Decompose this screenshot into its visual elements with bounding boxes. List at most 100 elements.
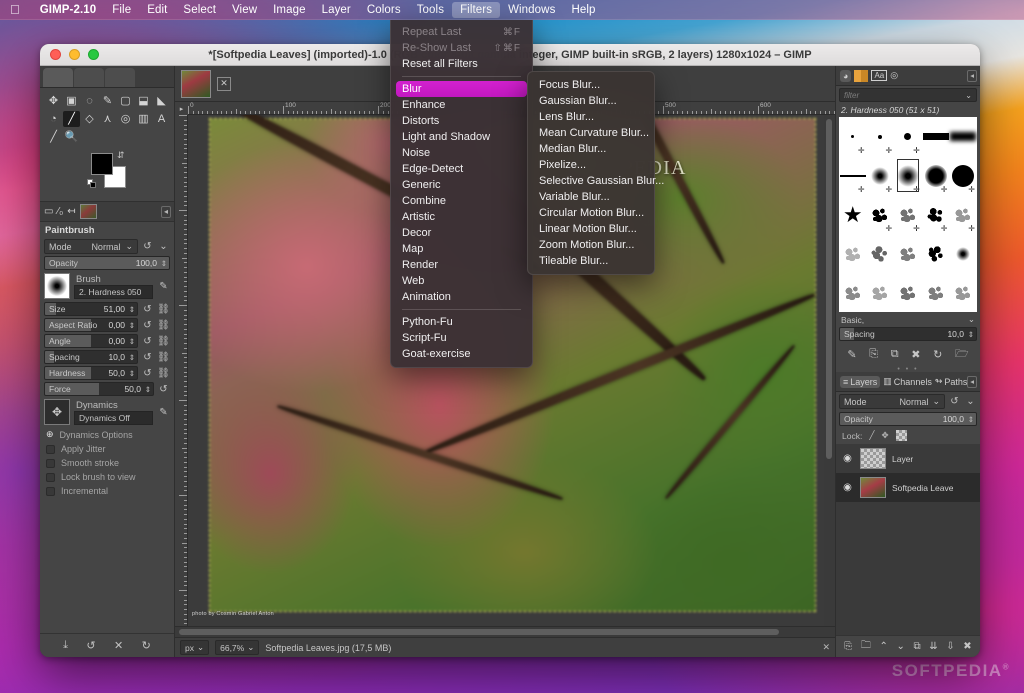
brush-cell[interactable]: ✛: [894, 117, 922, 156]
link-spacing-icon[interactable]: ⛓: [157, 352, 170, 363]
link-size-icon[interactable]: ⛓: [157, 304, 170, 315]
brush-cell[interactable]: [922, 234, 950, 273]
filters-menu-item-animation[interactable]: Animation: [391, 289, 532, 305]
chevron-down-icon[interactable]: ⌄: [197, 642, 204, 653]
tab-channels[interactable]: ▥ Channels: [883, 376, 932, 387]
brush-spacing-stepper-icon[interactable]: ⇕: [968, 330, 974, 339]
link-aspect-ratio-icon[interactable]: ⛓: [157, 320, 170, 331]
brush-cell[interactable]: [867, 273, 895, 312]
unit-selector[interactable]: px ⌄: [180, 640, 210, 655]
hardness-slider[interactable]: Hardness 50,0 ⇕: [44, 366, 138, 380]
images-tab-thumbnail[interactable]: [79, 204, 97, 219]
chevron-down-icon[interactable]: ⌄: [932, 396, 940, 407]
undo-history-tab[interactable]: [105, 68, 135, 87]
angle-stepper-icon[interactable]: ⇕: [129, 337, 135, 346]
menu-edit[interactable]: Edit: [139, 2, 175, 18]
brush-cell[interactable]: ✛: [867, 117, 895, 156]
brush-filter-input[interactable]: filter ⌄: [839, 88, 977, 102]
reset-layer-mode-icon[interactable]: ↺: [948, 396, 961, 407]
menu-image[interactable]: Image: [265, 2, 313, 18]
tool-options-tab[interactable]: ▭: [44, 206, 53, 217]
brush-tag-row[interactable]: Basic, ⌄: [836, 313, 980, 326]
brush-cell-selected[interactable]: ✛: [894, 156, 922, 195]
edit-brush-icon[interactable]: ✎: [847, 348, 856, 361]
smooth-stroke-checkbox[interactable]: [46, 458, 55, 468]
blur-submenu[interactable]: Focus Blur... Gaussian Blur... Lens Blur..…: [527, 71, 664, 275]
layer-list[interactable]: ◉ Layer ◉ Softpedia Leave: [836, 444, 980, 635]
layer-visibility-icon[interactable]: ◉: [841, 453, 854, 464]
blur-submenu-item-lens-blur[interactable]: Lens Blur...: [528, 109, 654, 125]
brush-grid[interactable]: ✛ ✛ ✛ ✛ ✛ ✛ ✛ ✛ ★ ✛ ✛ ✛ ✛: [839, 117, 977, 312]
angle-slider[interactable]: Angle 0,00 ⇕: [44, 334, 138, 348]
reset-hardness-icon[interactable]: ↺: [141, 368, 154, 379]
filters-menu-item-map[interactable]: Map: [391, 241, 532, 257]
merge-down-icon[interactable]: ⇩: [946, 641, 954, 652]
brush-cell[interactable]: [922, 117, 950, 156]
menu-help[interactable]: Help: [563, 2, 603, 18]
delete-layer-icon[interactable]: ✖: [963, 641, 971, 652]
delete-brush-icon[interactable]: ✖: [911, 348, 920, 361]
brush-cell[interactable]: [949, 273, 977, 312]
filters-menu-item-distorts[interactable]: Distorts: [391, 113, 532, 129]
filters-menu-item-web[interactable]: Web: [391, 273, 532, 289]
brush-cell[interactable]: ✛: [839, 117, 867, 156]
blur-submenu-item-variable-blur[interactable]: Variable Blur...: [528, 189, 654, 205]
chevron-down-icon[interactable]: ⌄: [125, 241, 133, 252]
filters-menu-item-enhance[interactable]: Enhance: [391, 97, 532, 113]
mode-combo[interactable]: Mode Normal ⌄: [44, 239, 138, 254]
dynamics-value[interactable]: Dynamics Off: [74, 410, 153, 425]
brush-cell[interactable]: [839, 273, 867, 312]
free-select-tool[interactable]: ◌: [81, 93, 98, 109]
menu-colors[interactable]: Colors: [359, 2, 409, 18]
paths-tool[interactable]: ✎: [99, 93, 116, 109]
vertical-ruler[interactable]: [175, 115, 188, 626]
filters-menu-item-noise[interactable]: Noise: [391, 145, 532, 161]
apply-jitter-checkbox[interactable]: [46, 444, 55, 454]
delete-tool-options-icon[interactable]: ✕: [114, 639, 123, 652]
link-hardness-icon[interactable]: ⛓: [157, 368, 170, 379]
menu-windows[interactable]: Windows: [500, 2, 563, 18]
blur-submenu-item-pixelize[interactable]: Pixelize...: [528, 157, 654, 173]
reset-tool-options-icon[interactable]: ↻: [142, 639, 151, 652]
duplicate-brush-icon[interactable]: ⧉: [891, 348, 899, 361]
reset-aspect-ratio-icon[interactable]: ↺: [141, 320, 154, 331]
brush-cell[interactable]: ✛: [839, 156, 867, 195]
refresh-brushes-icon[interactable]: ↻: [933, 348, 942, 361]
lower-layer-icon[interactable]: ⌄: [897, 641, 905, 652]
brush-cell[interactable]: ✛: [867, 195, 895, 234]
filters-menu-item-blur[interactable]: Blur: [396, 81, 527, 97]
anchor-layer-icon[interactable]: ⇊: [929, 641, 937, 652]
aspect-ratio-stepper-icon[interactable]: ⇕: [129, 321, 135, 330]
layer-row[interactable]: ◉ Layer: [836, 444, 980, 473]
menu-file[interactable]: File: [104, 2, 139, 18]
brush-cell[interactable]: [922, 273, 950, 312]
brush-cell[interactable]: [866, 234, 895, 273]
filters-menu-item-render[interactable]: Render: [391, 257, 532, 273]
reset-colors-icon[interactable]: [87, 179, 96, 188]
brush-cell[interactable]: ✛: [949, 195, 977, 234]
blur-submenu-item-linear-motion-blur[interactable]: Linear Motion Blur...: [528, 221, 654, 237]
filters-menu-item-edge-detect[interactable]: Edge-Detect: [391, 161, 532, 177]
layer-opacity-stepper-icon[interactable]: ⇕: [968, 415, 974, 424]
aspect-ratio-slider[interactable]: Aspect Ratio 0,00 ⇕: [44, 318, 138, 332]
duplicate-layer-icon[interactable]: ⧉: [914, 641, 921, 652]
ruler-corner-menu-icon[interactable]: ▸: [175, 102, 188, 115]
dynamics-preview[interactable]: ✥: [44, 399, 70, 425]
zoom-selector[interactable]: 66,7% ⌄: [215, 640, 260, 655]
menu-select[interactable]: Select: [175, 2, 224, 18]
filters-menu-item-goat-exercise[interactable]: Goat-exercise: [391, 346, 532, 362]
apple-icon[interactable]: : [10, 3, 20, 16]
zoom-tool[interactable]: 🔍: [63, 129, 80, 145]
brush-preview[interactable]: [44, 273, 70, 299]
lock-brush-to-view-row[interactable]: Lock brush to view: [40, 470, 174, 484]
layer-opacity-slider[interactable]: Opacity 100,0 ⇕: [839, 412, 977, 426]
transform-tool[interactable]: ⬓: [135, 93, 152, 109]
reset-mode-icon[interactable]: ↺: [141, 241, 154, 252]
layer-visibility-icon[interactable]: ◉: [841, 482, 854, 493]
reset-spacing-icon[interactable]: ↺: [141, 352, 154, 363]
brush-cell[interactable]: ★: [839, 195, 867, 234]
lock-alpha-icon[interactable]: [895, 430, 907, 441]
collapse-dock-icon[interactable]: ◂: [967, 69, 977, 82]
size-stepper-icon[interactable]: ⇕: [129, 305, 135, 314]
pencil-tool[interactable]: ╱: [45, 129, 62, 145]
